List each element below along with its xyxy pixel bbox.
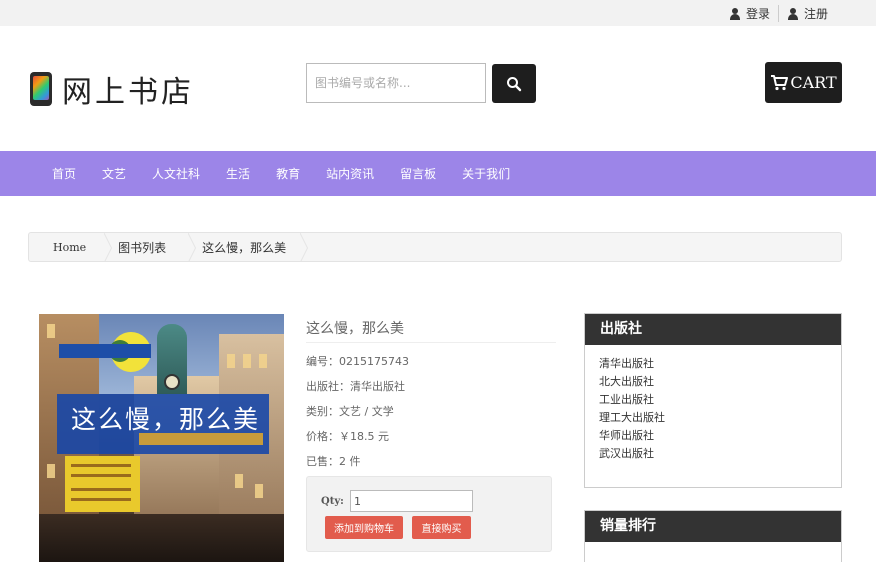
title-divider — [306, 342, 556, 343]
publisher-item[interactable]: 北大出版社 — [599, 373, 827, 391]
cover-text-line — [71, 464, 131, 467]
nav-item-education[interactable]: 教育 — [265, 165, 311, 182]
cover-window — [259, 354, 267, 368]
publisher-item[interactable]: 理工大出版社 — [599, 409, 827, 427]
cover-title: 这么慢，那么美 — [71, 405, 261, 434]
breadcrumb-book-list[interactable]: 图书列表 — [104, 233, 197, 261]
product-price: 价格：￥18.5 元 — [306, 430, 389, 443]
login-link[interactable]: 登录 — [721, 5, 778, 22]
cover-street — [39, 514, 284, 562]
publisher-item[interactable]: 清华出版社 — [599, 355, 827, 373]
nav-item-home[interactable]: 首页 — [41, 165, 87, 182]
cover-text-line — [71, 488, 131, 491]
cart-button[interactable]: CART — [765, 62, 842, 103]
top-bar: 登录 注册 — [0, 0, 876, 26]
search-icon — [507, 76, 522, 91]
cover-window — [255, 484, 263, 498]
publishers-title: 出版社 — [585, 314, 841, 345]
nav-item-literature[interactable]: 文艺 — [91, 165, 137, 182]
nav-item-life[interactable]: 生活 — [215, 165, 261, 182]
breadcrumb-home[interactable]: Home — [29, 233, 113, 261]
cover-tagline — [59, 344, 151, 358]
cover-window — [47, 324, 55, 338]
cover-window — [243, 354, 251, 368]
nav-item-guestbook[interactable]: 留言板 — [389, 165, 447, 182]
cover-subtitle-strip — [139, 433, 263, 445]
publisher-item[interactable]: 武汉出版社 — [599, 445, 827, 463]
publisher-item[interactable]: 工业出版社 — [599, 391, 827, 409]
nav-item-news[interactable]: 站内资讯 — [315, 165, 385, 182]
logo-text: 网上书店 — [62, 75, 194, 110]
publisher-item[interactable]: 华师出版社 — [599, 427, 827, 445]
user-icon — [729, 7, 741, 20]
cart-icon — [771, 74, 789, 90]
cover-text-line — [71, 474, 131, 477]
qty-label: Qty: — [321, 496, 344, 507]
publishers-list: 清华出版社 北大出版社 工业出版社 理工大出版社 华师出版社 武汉出版社 — [585, 345, 841, 473]
search-input[interactable] — [306, 63, 486, 103]
publishers-panel: 出版社 清华出版社 北大出版社 工业出版社 理工大出版社 华师出版社 武汉出版社 — [584, 313, 842, 488]
cover-window — [235, 474, 243, 488]
book-cover-image[interactable]: 这么慢，那么美 — [39, 314, 284, 562]
product-code: 编号：0215175743 — [306, 355, 409, 368]
account-links: 登录 注册 — [721, 5, 836, 22]
purchase-box: Qty: 添加到购物车 直接购买 — [306, 476, 552, 552]
breadcrumb: Home 图书列表 这么慢，那么美 — [28, 232, 842, 262]
cover-window — [47, 464, 55, 478]
product-publisher: 出版社：清华出版社 — [306, 380, 405, 393]
nav-item-humanities[interactable]: 人文社科 — [141, 165, 211, 182]
cover-text-line — [71, 498, 131, 501]
product-category: 类别：文艺 / 文学 — [306, 405, 394, 418]
register-label: 注册 — [803, 7, 828, 21]
cover-clock — [164, 374, 180, 390]
site-logo[interactable]: 网上书店 — [30, 67, 194, 111]
cover-window — [227, 354, 235, 368]
sales-ranking-panel: 销量排行 — [584, 510, 842, 562]
main-nav: 首页 文艺 人文社科 生活 教育 站内资讯 留言板 关于我们 — [0, 151, 876, 196]
user-icon — [787, 7, 799, 20]
breadcrumb-current: 这么慢，那么美 — [188, 233, 309, 261]
register-link[interactable]: 注册 — [777, 5, 836, 22]
add-to-cart-button[interactable]: 添加到购物车 — [325, 516, 403, 539]
nav-item-about[interactable]: 关于我们 — [451, 165, 521, 182]
sales-ranking-title: 销量排行 — [585, 511, 841, 542]
login-label: 登录 — [745, 7, 770, 21]
cart-label: CART — [790, 73, 837, 92]
search-button[interactable] — [492, 64, 536, 103]
product-title: 这么慢，那么美 — [306, 321, 404, 337]
buy-now-button[interactable]: 直接购买 — [412, 516, 471, 539]
book-logo-icon — [30, 72, 52, 106]
product-sold: 已售：2 件 — [306, 455, 361, 468]
quantity-input[interactable] — [350, 490, 473, 512]
